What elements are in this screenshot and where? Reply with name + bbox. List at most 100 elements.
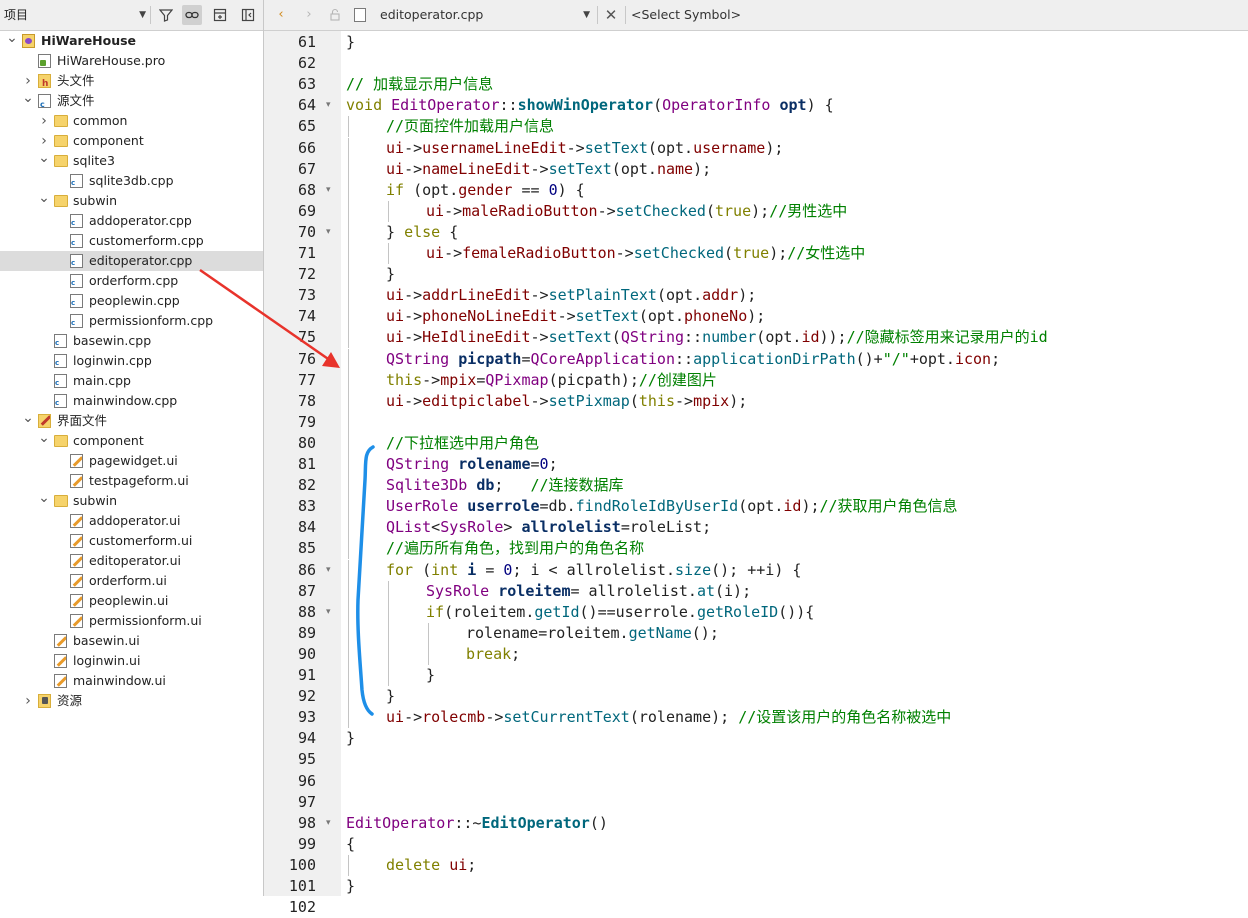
chevron-right-icon[interactable]: ›	[38, 111, 50, 131]
code-line[interactable]: ui->maleRadioButton->setChecked(true);//…	[426, 201, 847, 222]
filter-button[interactable]	[156, 5, 176, 25]
code-line[interactable]: ui->editpiclabel->setPixmap(this->mpix);	[386, 391, 747, 412]
code-line[interactable]: QString picpath=QCoreApplication::applic…	[386, 349, 1000, 370]
chevron-right-icon[interactable]: ›	[22, 71, 34, 91]
code-line[interactable]: ui->usernameLineEdit->setText(opt.userna…	[386, 138, 783, 159]
tree-item[interactable]: ⌄ component	[0, 431, 263, 451]
close-sidebar-button[interactable]	[238, 5, 258, 25]
tree-item[interactable]: customerform.ui	[0, 531, 263, 551]
sync-link-button[interactable]	[182, 5, 202, 25]
tree-item[interactable]: ⌄ HiWareHouse	[0, 31, 263, 51]
chevron-down-icon[interactable]: ⌄	[38, 151, 50, 165]
tree-item[interactable]: pagewidget.ui	[0, 451, 263, 471]
code-line[interactable]: delete ui;	[386, 855, 476, 876]
open-file-selector[interactable]: editoperator.cpp ▼	[352, 5, 594, 25]
chevron-down-icon[interactable]: ⌄	[38, 491, 50, 505]
code-token: =	[521, 349, 531, 368]
tree-item[interactable]: permissionform.ui	[0, 611, 263, 631]
code-line[interactable]: ui->HeIdlineEdit->setText(QString::numbe…	[386, 327, 1048, 348]
tree-item[interactable]: ⌄ subwin	[0, 191, 263, 211]
code-line[interactable]: if (opt.gender == 0) {	[386, 180, 585, 201]
fold-marker-icon[interactable]: ▾	[326, 180, 331, 201]
tree-item[interactable]: loginwin.ui	[0, 651, 263, 671]
code-line[interactable]: QList<SysRole> allrolelist=roleList;	[386, 517, 711, 538]
chevron-down-icon[interactable]: ⌄	[22, 91, 34, 105]
lock-button[interactable]	[326, 5, 344, 25]
split-button[interactable]	[210, 5, 230, 25]
code-line[interactable]: //下拉框选中用户角色	[386, 433, 539, 454]
tree-item[interactable]: › 资源	[0, 691, 263, 711]
code-line[interactable]: }	[386, 264, 395, 285]
tree-item[interactable]: › component	[0, 131, 263, 151]
tree-item[interactable]: peoplewin.ui	[0, 591, 263, 611]
code-line[interactable]: void EditOperator::showWinOperator(Opera…	[346, 95, 834, 116]
tree-item[interactable]: ⌄ c 源文件	[0, 91, 263, 111]
tree-item[interactable]: orderform.ui	[0, 571, 263, 591]
tree-item[interactable]: c loginwin.cpp	[0, 351, 263, 371]
tree-item[interactable]: c peoplewin.cpp	[0, 291, 263, 311]
tree-item[interactable]: c orderform.cpp	[0, 271, 263, 291]
chevron-down-icon[interactable]: ⌄	[22, 411, 34, 425]
tree-item[interactable]: c customerform.cpp	[0, 231, 263, 251]
code-line[interactable]: for (int i = 0; i < allrolelist.size(); …	[386, 560, 801, 581]
code-line[interactable]: ui->phoneNoLineEdit->setText(opt.phoneNo…	[386, 306, 765, 327]
tree-item[interactable]: c basewin.cpp	[0, 331, 263, 351]
tree-item[interactable]: ⌄ 界面文件	[0, 411, 263, 431]
close-file-button[interactable]: ✕	[602, 5, 620, 25]
code-line[interactable]: }	[346, 876, 355, 896]
tree-item[interactable]: addoperator.ui	[0, 511, 263, 531]
code-line[interactable]: }	[426, 665, 435, 686]
code-line[interactable]: UserRole userrole=db.findRoleIdByUserId(…	[386, 496, 958, 517]
tree-item[interactable]: c main.cpp	[0, 371, 263, 391]
tree-item[interactable]: basewin.ui	[0, 631, 263, 651]
tree-item[interactable]: c mainwindow.cpp	[0, 391, 263, 411]
go-back-button[interactable]: ‹	[272, 5, 290, 25]
code-line[interactable]: Sqlite3Db db; //连接数据库	[386, 475, 624, 496]
tree-item[interactable]: mainwindow.ui	[0, 671, 263, 691]
tree-item[interactable]: c addoperator.cpp	[0, 211, 263, 231]
code-line[interactable]: ui->addrLineEdit->setPlainText(opt.addr)…	[386, 285, 756, 306]
tree-item[interactable]: testpageform.ui	[0, 471, 263, 491]
code-editor[interactable]: }// 加载显示用户信息 void EditOperator::showWinOp…	[341, 31, 1248, 896]
code-line[interactable]: ui->nameLineEdit->setText(opt.name);	[386, 159, 711, 180]
code-line[interactable]: ui->femaleRadioButton->setChecked(true);…	[426, 243, 865, 264]
code-line[interactable]: ui->rolecmb->setCurrentText(rolename); /…	[386, 707, 951, 728]
code-line[interactable]: this->mpix=QPixmap(picpath);//创建图片	[386, 370, 717, 391]
tree-item[interactable]: › common	[0, 111, 263, 131]
code-line[interactable]: }	[346, 32, 355, 53]
fold-marker-icon[interactable]: ▾	[326, 95, 331, 116]
fold-marker-icon[interactable]: ▾	[326, 813, 331, 834]
code-line[interactable]: {	[346, 834, 355, 855]
chevron-down-icon[interactable]: ⌄	[38, 191, 50, 205]
tree-item[interactable]: › h 头文件	[0, 71, 263, 91]
code-line[interactable]: SysRole roleitem= allrolelist.at(i);	[426, 581, 751, 602]
tree-item[interactable]: ⌄ sqlite3	[0, 151, 263, 171]
chevron-down-icon[interactable]: ⌄	[38, 431, 50, 445]
chevron-down-icon[interactable]: ⌄	[6, 31, 18, 45]
code-line[interactable]: EditOperator::~EditOperator()	[346, 813, 608, 834]
code-line[interactable]: }	[386, 686, 395, 707]
tree-item[interactable]: HiWareHouse.pro	[0, 51, 263, 71]
code-line[interactable]: //遍历所有角色，找到用户的角色名称	[386, 538, 644, 559]
fold-marker-icon[interactable]: ▾	[326, 560, 331, 581]
symbol-selector[interactable]: <Select Symbol>	[631, 5, 741, 25]
code-line[interactable]: if(roleitem.getId()==userrole.getRoleID(…	[426, 602, 814, 623]
fold-marker-icon[interactable]: ▾	[326, 222, 331, 243]
chevron-right-icon[interactable]: ›	[22, 691, 34, 711]
tree-item[interactable]: c sqlite3db.cpp	[0, 171, 263, 191]
code-line[interactable]: rolename=roleitem.getName();	[466, 623, 719, 644]
code-line[interactable]: //页面控件加载用户信息	[386, 116, 554, 137]
code-line[interactable]: // 加载显示用户信息	[346, 74, 493, 95]
tree-item[interactable]: editoperator.ui	[0, 551, 263, 571]
tree-item[interactable]: c editoperator.cpp	[0, 251, 263, 271]
code-line[interactable]: }	[346, 728, 355, 749]
fold-marker-icon[interactable]: ▾	[326, 602, 331, 623]
go-forward-button[interactable]: ›	[300, 5, 318, 25]
tree-item[interactable]: ⌄ subwin	[0, 491, 263, 511]
code-line[interactable]: break;	[466, 644, 520, 665]
tree-item[interactable]: c permissionform.cpp	[0, 311, 263, 331]
code-line[interactable]: } else {	[386, 222, 458, 243]
code-line[interactable]: QString rolename=0;	[386, 454, 558, 475]
project-view-selector[interactable]: 项目 ▼	[4, 5, 148, 25]
chevron-right-icon[interactable]: ›	[38, 131, 50, 151]
